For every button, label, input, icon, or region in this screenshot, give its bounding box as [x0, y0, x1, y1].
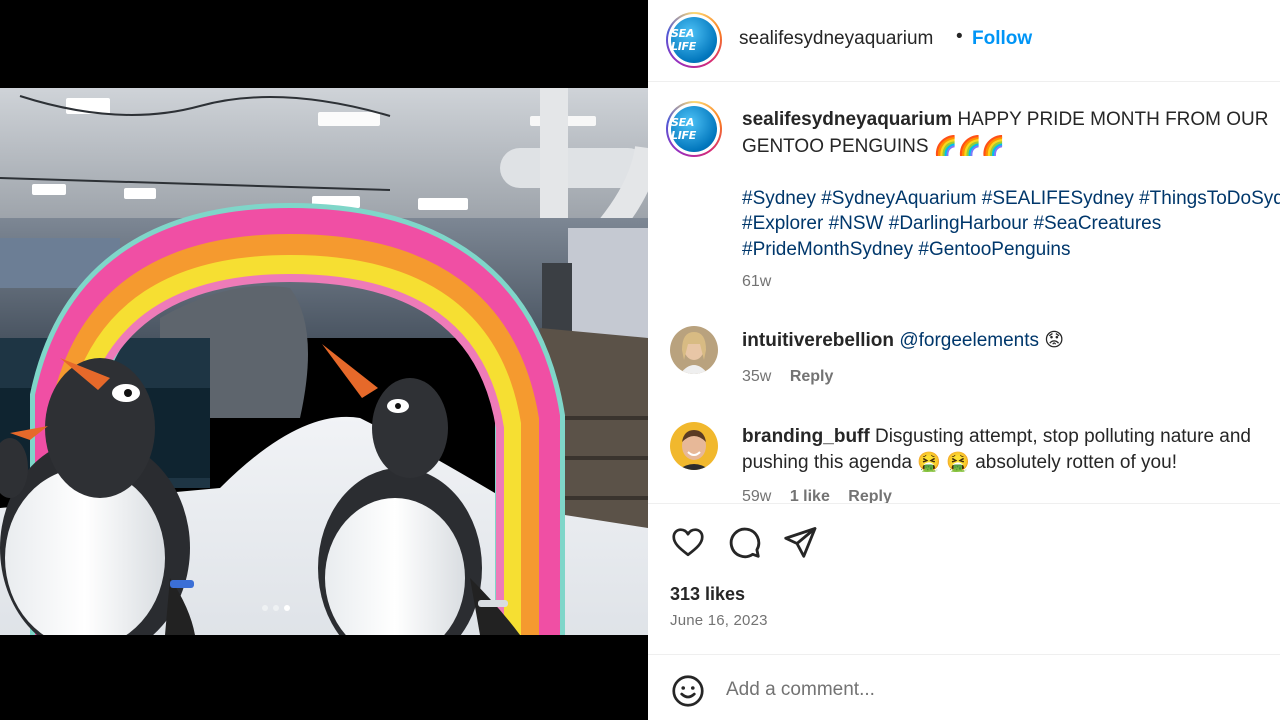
post-photo[interactable]	[0, 88, 648, 635]
post-media	[0, 0, 648, 720]
comment-line: intuitiverebellion @forgeelements 😟	[742, 328, 1064, 354]
caption-text: HAPPY PRIDE MONTH FROM OUR	[957, 109, 1269, 130]
post-detail-panel: SEA LIFE sealifesydneyaquarium • Follow …	[648, 0, 1280, 720]
comment-text: Disgusting attempt, stop polluting natur…	[874, 426, 1251, 447]
caption-avatar[interactable]: SEA LIFE	[666, 101, 722, 157]
comment-meta: 59w 1 like Reply	[742, 488, 906, 503]
header-username[interactable]: sealifesydneyaquarium	[739, 28, 933, 50]
caption-hashtags-line-1[interactable]: #Sydney #SydneyAquarium #SEALIFESydney #…	[742, 186, 1280, 212]
caption-username[interactable]: sealifesydneyaquarium	[742, 109, 952, 130]
action-bar	[648, 503, 1280, 578]
carousel-dot-active[interactable]	[284, 605, 290, 611]
paper-plane-icon[interactable]	[782, 524, 818, 560]
account-avatar[interactable]: SEA LIFE	[666, 12, 722, 68]
caption-meta: 61w	[742, 273, 785, 291]
sea-life-logo-icon: SEA LIFE	[671, 27, 696, 53]
comment-text: 😟	[1044, 330, 1065, 351]
comment-username[interactable]: branding_buff	[742, 426, 870, 447]
comment-text-line-2: pushing this agenda 🤮 🤮 absolutely rotte…	[742, 452, 1177, 473]
caption-hashtags-line-2[interactable]: #Explorer #NSW #DarlingHarbour #SeaCreat…	[742, 211, 1161, 237]
reply-button[interactable]: Reply	[848, 488, 892, 503]
comment-input[interactable]	[726, 673, 1246, 707]
carousel-indicator	[262, 605, 290, 611]
caption-hashtags-line-3[interactable]: #PrideMonthSydney #GentooPenguins	[742, 237, 1071, 263]
comment-meta: 35w Reply	[742, 368, 847, 386]
post-date: June 16, 2023	[670, 612, 768, 629]
reply-button[interactable]: Reply	[790, 368, 834, 385]
smiley-icon[interactable]	[670, 673, 706, 709]
commenter-avatar[interactable]	[670, 422, 718, 470]
carousel-dot[interactable]	[273, 605, 279, 611]
post-header: SEA LIFE sealifesydneyaquarium • Follow	[648, 0, 1280, 82]
comments-list[interactable]: SEA LIFE sealifesydneyaquarium HAPPY PRI…	[648, 83, 1280, 503]
comment-bubble-icon[interactable]	[726, 524, 762, 560]
comment-time: 59w	[742, 488, 772, 503]
follow-button[interactable]: Follow	[972, 28, 1032, 50]
carousel-dot[interactable]	[262, 605, 268, 611]
add-comment-bar	[648, 654, 1280, 720]
caption-line-1: sealifesydneyaquarium HAPPY PRIDE MONTH …	[742, 107, 1269, 133]
heart-icon[interactable]	[670, 524, 706, 560]
caption-time: 61w	[742, 273, 772, 290]
comment-time: 35w	[742, 368, 772, 385]
likes-count[interactable]: 313 likes	[670, 584, 745, 605]
sea-life-logo-icon: SEA LIFE	[671, 116, 696, 142]
comment-likes[interactable]: 1 like	[790, 488, 830, 503]
header-separator: •	[956, 26, 963, 47]
comment-username[interactable]: intuitiverebellion	[742, 330, 894, 351]
comment-line: branding_buff Disgusting attempt, stop p…	[742, 424, 1251, 450]
commenter-avatar[interactable]	[670, 326, 718, 374]
caption-text-line-2: GENTOO PENGUINS 🌈🌈🌈	[742, 136, 1005, 157]
comment-mention[interactable]: @forgeelements	[899, 330, 1039, 351]
